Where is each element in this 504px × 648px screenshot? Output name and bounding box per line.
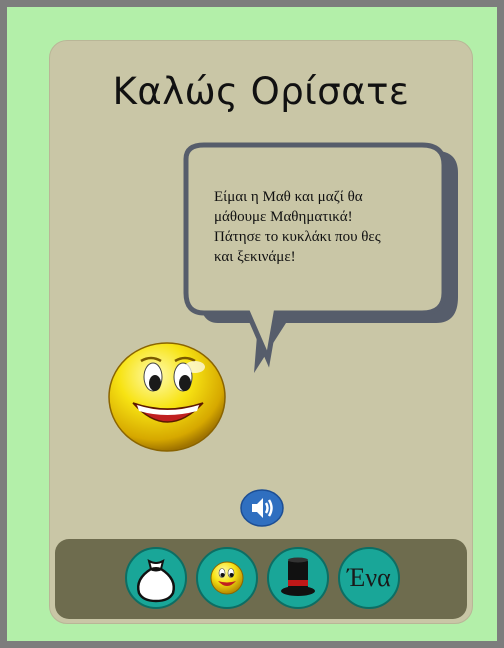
nav-button-smiley[interactable] [196,547,258,609]
page-title: Καλώς Ορίσατε [112,70,410,113]
page-frame: Καλώς Ορίσατε Είμαι η Μαθ και μαζί θα μά… [0,0,504,648]
speech-text: Είμαι η Μαθ και μαζί θα μάθουμε Μαθηματι… [214,187,444,267]
smiley-face-icon [210,561,244,595]
nav-button-ena[interactable]: Ένα [338,547,400,609]
nav-button-top-hat[interactable] [267,547,329,609]
bottom-nav-bar: Ένα [55,539,467,619]
sound-button[interactable] [240,489,284,527]
money-bag-icon [137,558,175,603]
smiley-face-icon [107,341,231,453]
nav-button-money-bag[interactable] [125,547,187,609]
speech-line: Πάτησε το κυκλάκι που θες [214,229,381,245]
speech-line: Είμαι η Μαθ και μαζί θα [214,189,363,205]
welcome-card: Καλώς Ορίσατε Είμαι η Μαθ και μαζί θα μά… [49,40,473,624]
speech-line: μάθουμε Μαθηματικά! [214,209,353,225]
top-hat-icon [281,557,315,596]
speaker-icon [240,489,284,527]
nav-button-label: Ένα [347,563,391,592]
speech-line: και ξεκινάμε! [214,249,296,265]
